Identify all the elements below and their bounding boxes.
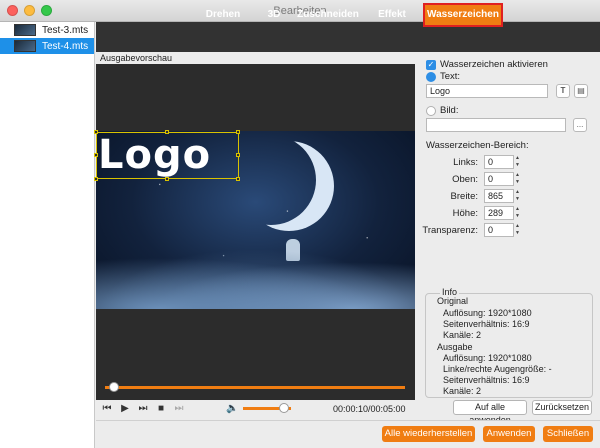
links-input[interactable]: 0 (484, 155, 514, 169)
tab-drehen[interactable]: Drehen (196, 3, 250, 27)
file-item-test-4[interactable]: Test-4.mts (0, 38, 94, 54)
play-icon[interactable]: ▶ (119, 403, 131, 415)
apply-button[interactable]: Anwenden (483, 426, 535, 442)
fast-forward-icon[interactable]: ⏭ (137, 403, 149, 415)
output-channels: Kanäle: 2 (443, 386, 482, 396)
resize-handle[interactable] (236, 177, 240, 181)
output-aspect: Seitenverhältnis: 16:9 (443, 375, 530, 385)
timecode: 00:00:10/00:05:00 (333, 404, 406, 414)
oben-input[interactable]: 0 (484, 172, 514, 186)
resize-handle[interactable] (236, 153, 240, 157)
preview-label: Ausgabevorschau (96, 52, 418, 64)
resize-handle[interactable] (94, 177, 98, 181)
enable-watermark-label: Wasserzeichen aktivieren (440, 59, 548, 70)
image-path-input[interactable] (426, 118, 566, 132)
seek-knob[interactable] (109, 382, 119, 392)
close-window-icon[interactable] (7, 5, 18, 16)
tab-wasserzeichen[interactable]: Wasserzeichen (423, 3, 503, 27)
image-radio[interactable] (426, 105, 436, 116)
area-heading-label: Wasserzeichen-Bereich: (426, 140, 529, 151)
clouds-graphic (96, 249, 415, 309)
file-item-test-3[interactable]: Test-3.mts (0, 22, 94, 38)
original-aspect: Seitenverhältnis: 16:9 (443, 319, 530, 329)
text-radio[interactable] (426, 71, 436, 82)
resize-handle[interactable] (236, 130, 240, 134)
seek-bar[interactable] (105, 386, 405, 389)
image-option-row[interactable]: Bild: (426, 105, 458, 116)
transparenz-stepper[interactable]: ▲ ▼ (514, 223, 521, 237)
stop-icon[interactable]: ■ (155, 403, 167, 415)
text-option-row[interactable]: Text: (426, 71, 460, 82)
output-eye-size: Linke/rechte Augengröße: - (443, 364, 552, 374)
hoehe-stepper[interactable]: ▲ ▼ (514, 206, 521, 220)
breite-stepper[interactable]: ▲ ▼ (514, 189, 521, 203)
file-list: Test-3.mts Test-4.mts (0, 22, 95, 448)
resize-handle[interactable] (94, 130, 98, 134)
volume-icon[interactable]: 🔈 (226, 403, 238, 415)
window-controls (7, 5, 52, 16)
area-heading: Wasserzeichen-Bereich: (426, 140, 529, 151)
browse-button[interactable]: ... (573, 118, 587, 132)
hoehe-label: Höhe: (452, 208, 478, 219)
file-name: Test-4.mts (42, 40, 89, 52)
video-thumbnail (14, 24, 36, 36)
skip-back-icon[interactable]: ⏮ (101, 403, 113, 415)
restore-all-button[interactable]: Alle wiederherstellen (382, 426, 475, 442)
tab-effekt[interactable]: Effekt (372, 3, 412, 27)
watermark-bounding-box[interactable] (96, 132, 239, 179)
oben-label: Oben: (452, 174, 478, 185)
watermark-text-input[interactable]: Logo (426, 84, 548, 98)
hoehe-input[interactable]: 289 (484, 206, 514, 220)
transparenz-label: Transparenz: (422, 225, 478, 236)
breite-input[interactable]: 865 (484, 189, 514, 203)
moon-graphic (244, 141, 334, 231)
video-thumbnail (14, 40, 36, 52)
tab-3d[interactable]: 3D (260, 3, 288, 27)
apply-all-button[interactable]: Auf alle anwenden (453, 400, 527, 425)
oben-stepper[interactable]: ▲ ▼ (514, 172, 521, 186)
text-color-icon[interactable]: ▤ (574, 84, 588, 98)
file-name: Test-3.mts (42, 24, 89, 36)
minimize-window-icon[interactable] (24, 5, 35, 16)
video-preview: Logo (94, 64, 415, 400)
enable-watermark-row[interactable]: ✓ Wasserzeichen aktivieren (426, 59, 548, 70)
resize-handle[interactable] (94, 153, 98, 157)
tab-zuschneiden[interactable]: Zuschneiden (297, 3, 359, 27)
text-label: Text: (440, 71, 461, 82)
enable-watermark-checkbox[interactable]: ✓ (426, 59, 436, 70)
resize-handle[interactable] (165, 177, 169, 181)
volume-knob[interactable] (278, 403, 289, 413)
font-icon[interactable]: T (556, 84, 570, 98)
links-stepper[interactable]: ▲ ▼ (514, 155, 521, 169)
maximize-window-icon[interactable] (41, 5, 52, 16)
links-label: Links: (453, 157, 478, 168)
next-frame-icon[interactable]: ⏭ (173, 403, 185, 415)
output-heading: Ausgabe (437, 342, 473, 352)
original-channels: Kanäle: 2 (443, 330, 482, 340)
original-heading: Original (437, 296, 469, 306)
breite-label: Breite: (450, 191, 478, 202)
transparenz-input[interactable]: 0 (484, 223, 514, 237)
original-resolution: Auflösung: 1920*1080 (443, 308, 532, 318)
output-resolution: Auflösung: 1920*1080 (443, 353, 532, 363)
close-button[interactable]: Schließen (543, 426, 593, 442)
image-label: Bild: (440, 105, 459, 116)
resize-handle[interactable] (165, 130, 169, 134)
reset-button[interactable]: Zurücksetzen (532, 400, 592, 415)
